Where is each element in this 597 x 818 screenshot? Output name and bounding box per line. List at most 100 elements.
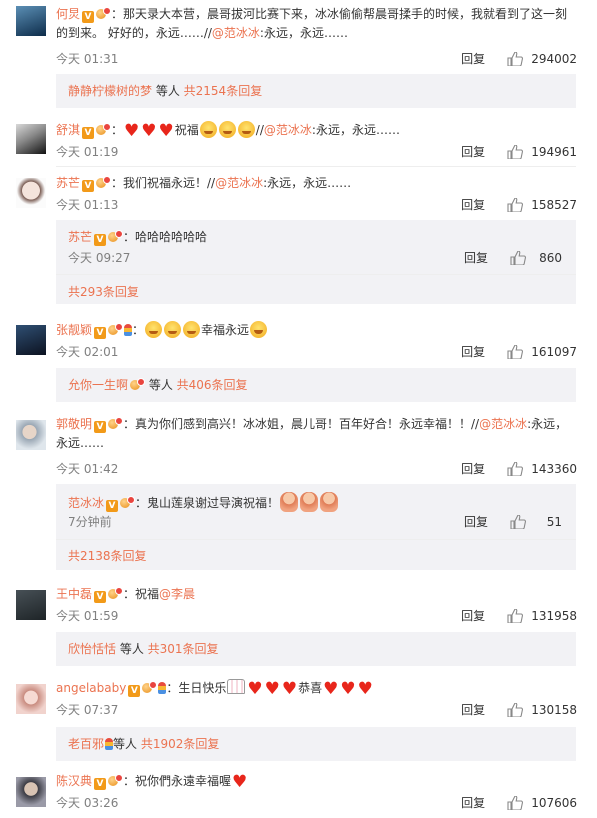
username-link[interactable]: 舒淇	[56, 123, 80, 137]
avatar[interactable]	[16, 684, 46, 714]
reply-users-link[interactable]: 静静柠檬树的梦	[68, 84, 152, 98]
like-button[interactable]: 130158	[507, 702, 577, 718]
member-badge-icon	[120, 496, 136, 509]
mention-link[interactable]: @范冰冰	[479, 417, 527, 431]
mention-link[interactable]: @范冰冰	[215, 176, 263, 190]
member-badge-icon	[108, 230, 124, 243]
heart-emoji-icon: ♥	[264, 679, 280, 699]
thumbs-up-icon	[507, 52, 524, 66]
reply-box: 范冰冰 V ：鬼山莲泉谢过导演祝福！ 7分钟前 回复 51 共2138条回复	[56, 484, 576, 570]
reply-timestamp: 7分钟前	[68, 515, 112, 529]
like-count: 158527	[531, 198, 577, 212]
like-button[interactable]: 161097	[507, 344, 577, 360]
balloon-badge-icon	[124, 324, 133, 336]
reply-summary[interactable]: 允你一生啊 等人 共406条回复	[68, 377, 248, 393]
reply-summary[interactable]: 静静柠檬树的梦 等人 共2154条回复	[68, 83, 262, 99]
comment-item: 何炅 V ：那天录大本营，晨哥拔河比赛下来，冰冰偷偷帮晨哥揉手的时候，我就看到了这一…	[0, 0, 597, 110]
reply-button[interactable]: 回复	[461, 795, 485, 811]
avatar[interactable]	[16, 124, 46, 154]
reply-button[interactable]: 回复	[461, 144, 485, 160]
like-button[interactable]: 860	[510, 250, 562, 266]
like-count: 51	[546, 515, 562, 529]
comment-actions: 回复 143360	[461, 461, 577, 477]
like-button[interactable]: 194961	[507, 144, 577, 160]
avatar[interactable]	[16, 6, 46, 36]
mention-link[interactable]: @范冰冰	[212, 26, 260, 40]
heart-emoji-icon: ♥	[158, 121, 174, 141]
reply-username-link[interactable]: 范冰冰	[68, 496, 104, 510]
thumbs-up-icon	[510, 251, 526, 265]
like-count: 194961	[531, 145, 577, 159]
reply-button[interactable]: 回复	[461, 461, 485, 477]
like-button[interactable]: 131958	[507, 608, 577, 624]
timestamp: 今天 01:31	[56, 52, 119, 66]
reply-button[interactable]: 回复	[461, 702, 485, 718]
comment-text: 张靓颖 V：幸福永远	[56, 321, 581, 340]
thumbs-up-icon	[507, 345, 524, 359]
verified-badge-icon: V	[82, 11, 95, 23]
comment-text: 舒淇 V ：♥ ♥ ♥祝福//@范冰冰:永远，永远……	[56, 121, 400, 141]
reply-button[interactable]: 回复	[461, 608, 485, 624]
reply-summary[interactable]: 欣怡恬恬 等人 共301条回复	[68, 641, 219, 657]
username-link[interactable]: 陈汉典	[56, 774, 92, 788]
reply-button[interactable]: 回复	[464, 250, 488, 266]
like-button[interactable]: 51	[510, 514, 562, 530]
reply-button[interactable]: 回复	[461, 51, 485, 67]
reply-button[interactable]: 回复	[461, 197, 485, 213]
avatar[interactable]	[16, 325, 46, 355]
heart-emoji-icon: ♥	[124, 121, 140, 141]
like-count: 107606	[531, 796, 577, 810]
reply-summary[interactable]: 老百邪 等人 共1902条回复	[68, 736, 219, 752]
mention-link[interactable]: @范冰冰	[264, 123, 312, 137]
username-link[interactable]: 何炅	[56, 7, 80, 21]
reply-summary-box: 老百邪 等人 共1902条回复	[56, 727, 576, 761]
verified-badge-icon: V	[82, 180, 95, 192]
reply-button[interactable]: 回复	[461, 344, 485, 360]
divider	[56, 274, 576, 275]
verified-badge-icon: V	[94, 234, 107, 246]
view-replies-link[interactable]: 共293条回复	[68, 284, 139, 300]
reply-username-link[interactable]: 苏芒	[68, 230, 92, 244]
reply-users-link[interactable]: 欣怡恬恬	[68, 642, 116, 656]
username-link[interactable]: 郭敬明	[56, 417, 92, 431]
comment-actions: 回复 158527	[461, 197, 577, 213]
verified-badge-icon: V	[94, 421, 107, 433]
view-replies-link[interactable]: 共2138条回复	[68, 548, 147, 564]
comment-item: 张靓颖 V：幸福永远 今天 02:01 回复 161097 允你一生啊 等人 共4…	[0, 310, 597, 406]
like-count: 161097	[531, 345, 577, 359]
username-link[interactable]: angelababy	[56, 681, 126, 695]
avatar[interactable]	[16, 590, 46, 620]
username-link[interactable]: 张靓颖	[56, 323, 92, 337]
comment-item: 郭敬明 V ：真为你们感到高兴！冰冰姐，晨儿哥！百年好合！永远幸福！！//@范冰冰:…	[0, 406, 597, 572]
avatar[interactable]	[16, 420, 46, 450]
avatar[interactable]	[16, 178, 46, 208]
like-button[interactable]: 294002	[507, 51, 577, 67]
like-button[interactable]: 143360	[507, 461, 577, 477]
heart-emoji-icon: ♥	[247, 679, 263, 699]
kiss-emoji-icon	[199, 121, 217, 138]
prayer-emoji-icon	[300, 492, 319, 512]
view-replies-link[interactable]: 共1902条回复	[141, 737, 220, 751]
thumbs-up-icon	[507, 703, 524, 717]
reply-text: 苏芒 V ：哈哈哈哈哈哈	[68, 230, 208, 246]
avatar[interactable]	[16, 777, 46, 807]
like-button[interactable]: 158527	[507, 197, 577, 213]
verified-badge-icon: V	[106, 500, 119, 512]
view-replies-link[interactable]: 共301条回复	[148, 642, 219, 656]
comment-item: 舒淇 V ：♥ ♥ ♥祝福//@范冰冰:永远，永远…… 今天 01:19 回复 1949…	[0, 112, 597, 168]
username-link[interactable]: 王中磊	[56, 587, 92, 601]
kiss-emoji-icon	[218, 121, 236, 138]
mention-link[interactable]: @李晨	[159, 587, 195, 601]
member-badge-icon	[108, 417, 124, 430]
username-link[interactable]: 苏芒	[56, 176, 80, 190]
like-button[interactable]: 107606	[507, 795, 577, 811]
verified-badge-icon: V	[94, 778, 107, 790]
view-replies-link[interactable]: 共2154条回复	[184, 84, 263, 98]
reply-button[interactable]: 回复	[464, 514, 488, 530]
reply-users-link[interactable]: 允你一生啊	[68, 378, 128, 392]
view-replies-link[interactable]: 共406条回复	[177, 378, 248, 392]
verified-badge-icon: V	[94, 591, 107, 603]
reply-users-link[interactable]: 老百邪	[68, 737, 104, 751]
balloon-badge-icon	[105, 738, 114, 750]
timestamp: 今天 01:59	[56, 609, 119, 623]
